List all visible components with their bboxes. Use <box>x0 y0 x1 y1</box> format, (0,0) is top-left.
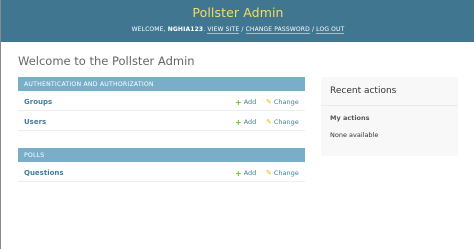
app-module-polls: Polls Questions + Add ✎ Change <box>18 148 305 182</box>
model-link-groups[interactable]: Groups <box>24 98 52 106</box>
log-out-link[interactable]: Log out <box>316 26 345 34</box>
change-users-button[interactable]: ✎ Change <box>266 118 299 126</box>
add-label: Add <box>243 98 257 106</box>
welcome-label: Welcome, <box>131 26 166 33</box>
add-users-button[interactable]: + Add <box>235 118 256 126</box>
change-label: Change <box>273 118 299 126</box>
change-password-link[interactable]: Change password <box>245 26 310 34</box>
user-tools: Welcome, nghia123. View site / Change pa… <box>131 26 345 34</box>
model-row-groups: Groups + Add ✎ Change <box>18 91 305 111</box>
divider <box>321 105 458 106</box>
model-row-users: Users + Add ✎ Change <box>18 111 305 131</box>
add-label: Add <box>243 118 257 126</box>
change-groups-button[interactable]: ✎ Change <box>266 98 299 106</box>
header: Pollster Admin Welcome, nghia123. View s… <box>1 0 474 42</box>
module-caption[interactable]: Authentication and Authorization <box>18 77 305 91</box>
app-module-auth: Authentication and Authorization Groups … <box>18 77 305 131</box>
my-actions-heading: My actions <box>330 114 370 122</box>
module-caption[interactable]: Polls <box>18 148 305 162</box>
change-label: Change <box>273 98 299 106</box>
model-link-users[interactable]: Users <box>24 118 46 126</box>
model-row-questions: Questions + Add ✎ Change <box>18 162 305 182</box>
recent-actions-title: Recent actions <box>330 86 397 96</box>
pencil-icon: ✎ <box>266 98 272 106</box>
pencil-icon: ✎ <box>266 169 272 177</box>
site-title[interactable]: Pollster Admin <box>1 5 474 20</box>
model-link-questions[interactable]: Questions <box>24 169 64 177</box>
change-label: Change <box>273 169 299 177</box>
plus-icon: + <box>235 117 242 127</box>
view-site-link[interactable]: View site <box>207 26 240 34</box>
username: nghia123 <box>167 26 204 33</box>
plus-icon: + <box>235 168 242 178</box>
recent-actions-panel: Recent actions My actions None available <box>321 77 458 156</box>
separator: / <box>311 26 315 33</box>
page-title: Welcome to the Pollster Admin <box>18 54 195 68</box>
plus-icon: + <box>235 97 242 107</box>
pencil-icon: ✎ <box>266 118 272 126</box>
change-questions-button[interactable]: ✎ Change <box>266 169 299 177</box>
separator: / <box>241 26 244 33</box>
add-groups-button[interactable]: + Add <box>235 98 256 106</box>
empty-actions-text: None available <box>330 131 379 139</box>
add-questions-button[interactable]: + Add <box>235 169 256 177</box>
add-label: Add <box>243 169 257 177</box>
browser-frame: Pollster Admin Welcome, nghia123. View s… <box>0 0 474 249</box>
